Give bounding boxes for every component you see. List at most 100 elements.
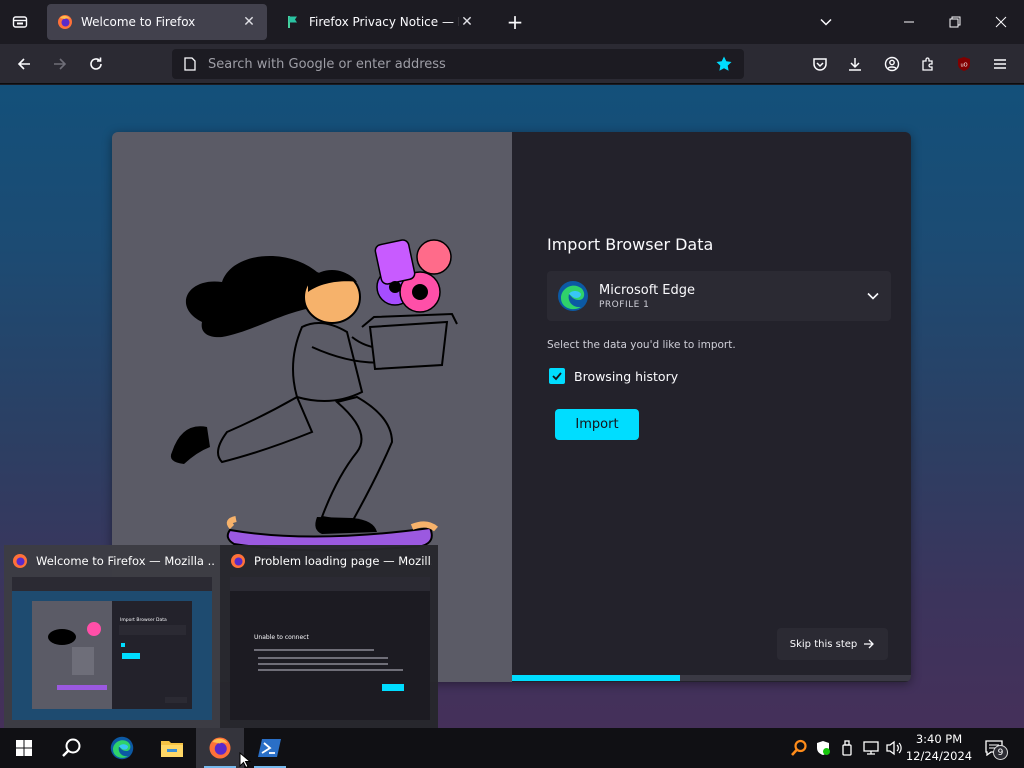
puzzle-icon — [922, 57, 933, 71]
firefox-view-button[interactable] — [8, 10, 32, 34]
browser-profile-dropdown[interactable]: Microsoft Edge PROFILE 1 — [547, 271, 891, 321]
folder-icon — [161, 741, 183, 757]
thumbnail-text: Import Browser Data — [120, 617, 167, 623]
reload-icon — [90, 57, 102, 70]
skip-this-step-button[interactable]: Skip this step — [777, 628, 888, 660]
back-button[interactable] — [12, 52, 36, 76]
windows-taskbar: 3:40 PM 12/24/2024 9 — [0, 728, 1024, 768]
browsing-history-option[interactable]: Browsing history — [549, 368, 678, 384]
windows-logo-icon — [16, 740, 32, 756]
extensions-button[interactable] — [916, 52, 940, 76]
powershell-icon — [258, 739, 281, 757]
bookmark-star-icon[interactable] — [714, 54, 734, 74]
tab-welcome-to-firefox[interactable]: Welcome to Firefox ✕ — [47, 4, 267, 40]
account-button[interactable] — [880, 52, 904, 76]
browsing-history-label: Browsing history — [574, 368, 679, 384]
onboarding-progress-bar — [512, 675, 911, 681]
thumbnail-header: Problem loading page — Mozill... — [230, 553, 432, 569]
flag-icon — [285, 14, 301, 30]
notification-count-badge: 9 — [993, 745, 1008, 760]
profile-name: PROFILE 1 — [599, 299, 650, 310]
tray-network[interactable] — [859, 728, 883, 768]
firefox-icon — [57, 14, 73, 30]
close-tab-icon[interactable]: ✕ — [459, 14, 475, 30]
thumbnail-text: Unable to connect — [254, 634, 309, 641]
new-tab-button[interactable]: + — [503, 10, 527, 34]
select-data-hint: Select the data you'd like to import. — [547, 339, 736, 351]
checkmark-icon — [552, 372, 562, 381]
navigation-toolbar: uO — [0, 44, 1024, 84]
arrow-right-icon — [54, 58, 67, 70]
hamburger-menu-icon — [994, 59, 1006, 69]
clock-date: 12/24/2024 — [905, 749, 973, 763]
url-input[interactable] — [208, 56, 714, 72]
tray-usb[interactable] — [835, 728, 859, 768]
taskbar-edge[interactable] — [98, 728, 146, 768]
arrow-right-icon — [864, 639, 875, 649]
firefox-view-icon — [12, 16, 28, 28]
browser-profile-names: Microsoft Edge PROFILE 1 — [599, 283, 865, 310]
address-bar[interactable] — [172, 49, 744, 79]
import-button[interactable]: Import — [555, 409, 639, 440]
thumbnail-header: Welcome to Firefox — Mozilla ... — [12, 553, 214, 569]
arrow-left-icon — [17, 58, 30, 70]
tab-firefox-privacy-notice[interactable]: Firefox Privacy Notice — Mozill ✕ — [275, 4, 485, 40]
usb-drive-icon — [842, 740, 852, 756]
browser-name: Microsoft Edge — [599, 282, 696, 298]
restore-icon — [949, 16, 961, 28]
browsing-history-checkbox[interactable] — [549, 368, 565, 384]
tab-strip: Welcome to Firefox ✕ Firefox Privacy Not… — [0, 0, 1024, 44]
pocket-icon — [813, 58, 827, 71]
import-panel: Import Browser Data Microsoft Edge PROFI… — [512, 132, 911, 682]
network-icon — [863, 741, 879, 755]
ublock-origin-icon: uO — [958, 57, 970, 71]
tab-title: Firefox Privacy Notice — Mozill — [309, 15, 459, 29]
system-clock[interactable]: 3:40 PM 12/24/2024 — [902, 731, 976, 765]
forward-button[interactable] — [48, 52, 72, 76]
search-button[interactable] — [48, 728, 96, 768]
app-menu-button[interactable] — [988, 52, 1012, 76]
close-tab-icon[interactable]: ✕ — [241, 14, 257, 30]
taskbar-file-explorer[interactable] — [148, 728, 196, 768]
page-icon — [182, 56, 198, 72]
firefox-icon — [231, 554, 245, 568]
mouse-cursor-icon — [239, 752, 251, 768]
tray-search-app[interactable] — [787, 728, 811, 768]
search-icon — [62, 738, 81, 757]
taskbar-powershell[interactable] — [246, 728, 294, 768]
thumbnail-title: Welcome to Firefox — Mozilla ... — [36, 554, 214, 568]
ublock-origin-button[interactable]: uO — [952, 52, 976, 76]
thumbnail-image: Unable to connect — [230, 577, 430, 720]
pocket-button[interactable] — [808, 52, 832, 76]
onboarding-progress-fill — [512, 675, 680, 681]
shield-icon — [817, 741, 830, 755]
plus-icon: + — [506, 10, 524, 34]
list-all-tabs-button[interactable] — [814, 10, 838, 34]
reload-button[interactable] — [84, 52, 108, 76]
downloads-button[interactable] — [843, 52, 867, 76]
thumbnail-problem-loading-page[interactable]: Problem loading page — Mozill... Unable … — [222, 545, 438, 728]
thumbnail-image: Import Browser Data — [12, 577, 212, 720]
minimize-button[interactable] — [894, 8, 924, 36]
svg-text:uO: uO — [960, 63, 967, 69]
microsoft-edge-icon — [558, 281, 588, 311]
restore-button[interactable] — [940, 8, 970, 36]
thumbnail-welcome-to-firefox[interactable]: Welcome to Firefox — Mozilla ... Import … — [4, 545, 220, 728]
action-center-button[interactable]: 9 — [980, 736, 1008, 760]
microsoft-edge-icon — [110, 736, 134, 760]
close-icon — [995, 16, 1007, 28]
chevron-down-icon — [865, 288, 881, 304]
close-window-button[interactable] — [986, 8, 1016, 36]
firefox-icon — [209, 737, 231, 759]
start-button[interactable] — [0, 728, 48, 768]
minimize-icon — [904, 21, 914, 23]
thumbnail-title: Problem loading page — Mozill... — [254, 554, 432, 568]
tray-defender[interactable] — [811, 728, 835, 768]
taskbar-firefox[interactable] — [196, 728, 244, 768]
magnifier-orange-icon — [791, 739, 807, 756]
import-title: Import Browser Data — [547, 235, 714, 254]
clock-time: 3:40 PM — [915, 732, 963, 746]
tab-title: Welcome to Firefox — [81, 15, 196, 29]
account-icon — [884, 56, 900, 72]
firefox-icon — [13, 554, 27, 568]
